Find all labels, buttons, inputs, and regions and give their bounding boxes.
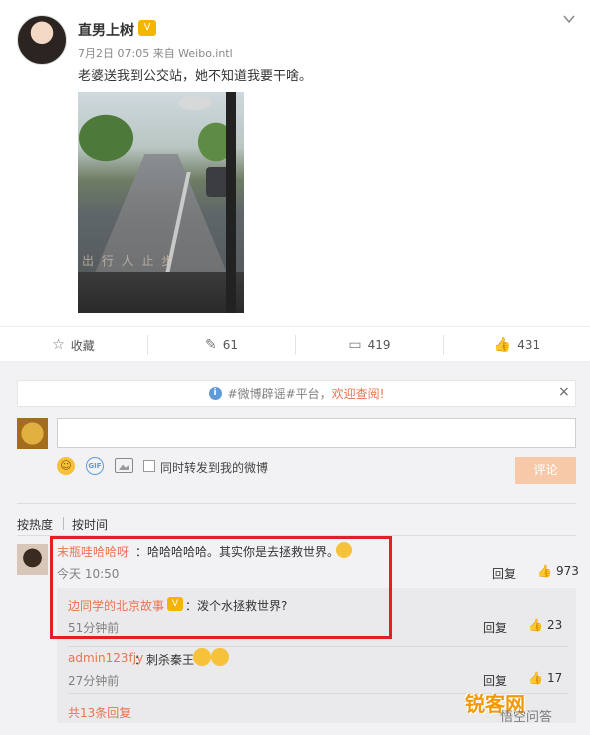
commenter-avatar[interactable] [17, 544, 48, 575]
submit-comment-button[interactable]: 评论 [515, 457, 576, 484]
thumbs-up-icon: 👍 [537, 564, 552, 578]
emoji-icon [211, 648, 229, 666]
reply-time: 27分钟前 [68, 674, 120, 688]
image-icon[interactable] [115, 458, 133, 473]
notice-text: #微博辟谣#平台， [227, 387, 332, 401]
chevron-down-icon[interactable] [562, 12, 576, 26]
divider [68, 646, 568, 647]
emoji-icon [193, 648, 211, 666]
notice-link[interactable]: 欢迎查阅! [332, 385, 385, 402]
divider [63, 517, 64, 530]
video-overlay-text: 出 行 人 止 步 [82, 254, 176, 268]
notice-banner: i #微博辟谣#平台， 欢迎查阅! [17, 380, 576, 407]
repost-count: 61 [222, 338, 238, 352]
more-replies-link[interactable]: 共13条回复 [68, 704, 131, 721]
sort-by-time-tab[interactable]: 按时间 [72, 516, 108, 533]
reply-like-button[interactable]: 👍 23 [528, 618, 562, 632]
my-avatar [17, 418, 48, 449]
repost-checkbox[interactable] [143, 460, 155, 472]
video-suction-cup [178, 96, 212, 110]
reply-like-count: 23 [546, 618, 563, 632]
reply-like-button[interactable]: 👍 17 [528, 671, 562, 685]
comment-like-button[interactable]: 👍 973 [537, 564, 579, 578]
video-trees [78, 102, 148, 162]
reply-button[interactable]: 回复 [492, 565, 516, 582]
comment-icon: ▭ [348, 337, 362, 353]
edit-icon: ✎ [204, 337, 217, 353]
comment-button[interactable]: ▭ 419 [296, 327, 443, 363]
sort-by-hot-tab[interactable]: 按热度 [17, 516, 53, 533]
post-text: 老婆送我到公交站，她不知道我要干啥。 [78, 69, 313, 84]
reply-button[interactable]: 回复 [483, 619, 507, 636]
thumbs-up-icon: 👍 [528, 671, 543, 685]
favorite-button[interactable]: ☆ 收藏 [0, 327, 147, 363]
thumbs-up-icon: 👍 [528, 618, 543, 632]
like-count: 431 [517, 338, 541, 352]
vip-badge-icon: V [138, 20, 156, 36]
user-avatar[interactable] [17, 15, 67, 65]
highlight-box [50, 536, 392, 639]
video-dashboard [78, 272, 244, 313]
favorite-label: 收藏 [70, 338, 95, 353]
star-icon: ☆ [52, 337, 65, 353]
reply-like-count: 17 [546, 671, 563, 685]
watermark-subtext: 悟空问答 [500, 710, 553, 725]
repost-checkbox-label: 同时转发到我的微博 [160, 461, 269, 475]
reply-author[interactable]: admin123fjy [68, 651, 143, 665]
post-video-thumbnail[interactable]: 出 行 人 止 步 [78, 92, 244, 313]
reply-text: ：刺杀秦王 [134, 653, 195, 667]
video-window-frame [226, 92, 236, 313]
divider [17, 503, 576, 504]
gif-icon[interactable]: GIF [86, 457, 104, 475]
action-bar: ☆ 收藏 ✎ 61 ▭ 419 👍 431 [0, 326, 590, 362]
reply-button[interactable]: 回复 [483, 672, 507, 689]
emoji-icon[interactable]: ☺ [57, 457, 75, 475]
repost-button[interactable]: ✎ 61 [148, 327, 295, 363]
close-icon[interactable]: × [558, 384, 570, 400]
like-button[interactable]: 👍 431 [444, 327, 590, 363]
post-username[interactable]: 直男上树 [78, 20, 134, 40]
comment-like-count: 973 [555, 564, 579, 578]
post-meta: 7月2日 07:05 来自 Weibo.intl [78, 47, 233, 60]
info-icon: i [208, 387, 222, 400]
thumbs-up-icon: 👍 [493, 337, 512, 353]
comment-input[interactable] [57, 418, 576, 448]
comment-count: 419 [367, 338, 391, 352]
